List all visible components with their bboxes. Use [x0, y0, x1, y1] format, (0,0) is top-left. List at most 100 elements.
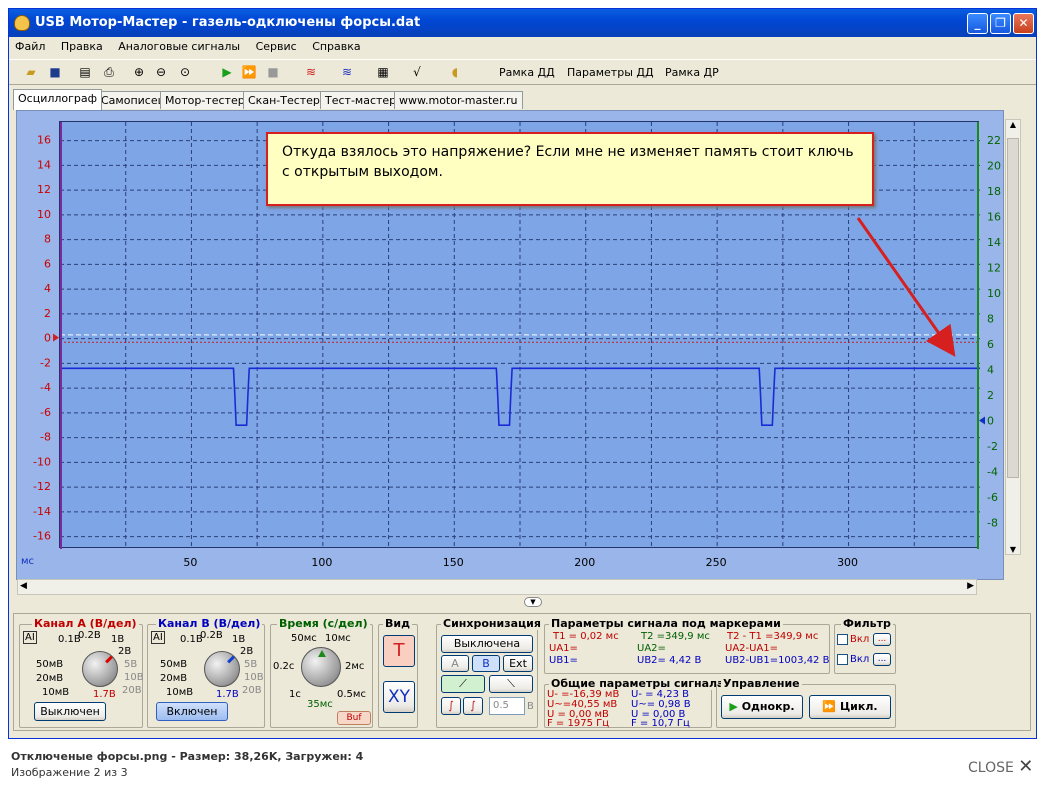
trigger-a-icon[interactable]: ∫ [441, 697, 461, 715]
scale-label: 10В [124, 672, 144, 683]
single-run-button[interactable]: ▶ Однокр. [721, 695, 803, 719]
close-window-button[interactable]: ✕ [1013, 13, 1034, 34]
rama-dd-button[interactable]: Рамка ДД [499, 66, 555, 79]
signal-a-icon[interactable]: ≋ [303, 64, 319, 80]
fast-forward-icon[interactable]: ⏩ [241, 64, 257, 80]
channel-b-knob[interactable] [204, 651, 240, 687]
sync-b-button[interactable]: B [472, 655, 500, 672]
right-axis-tick-label: 8 [987, 313, 994, 326]
app-window: USB Мотор-Мастер - газель-одключены форс… [8, 8, 1037, 739]
maximize-button[interactable]: ❐ [990, 13, 1011, 34]
ac-dc-b-icon[interactable]: AI [151, 631, 165, 644]
filter-b-checkbox[interactable] [837, 654, 848, 665]
right-axis-tick-label: 2 [987, 389, 994, 402]
vertical-scroll-thumb[interactable] [1007, 138, 1019, 478]
sync-level-input[interactable]: 0.5 [489, 697, 525, 715]
scale-label: 5В [124, 659, 138, 670]
collapse-panel-icon[interactable]: ▼ [524, 597, 542, 607]
zoom-in-icon[interactable]: ⊕ [131, 64, 147, 80]
trigger-b-icon[interactable]: ∫ [463, 697, 483, 715]
horizontal-scrollbar[interactable]: ◀ ▶ [17, 579, 977, 595]
menu-analog[interactable]: Аналоговые сигналы [112, 37, 246, 56]
print-icon[interactable]: ⎙ [101, 64, 117, 80]
general-params-group: Общие параметры сигнала U- =-16,39 мВ U~… [544, 677, 727, 729]
print-preview-icon[interactable]: ▤ [77, 64, 93, 80]
channel-a-knob[interactable] [82, 651, 118, 687]
scale-label: 2В [240, 646, 254, 657]
save-icon[interactable]: ■ [47, 64, 63, 80]
formula-icon[interactable]: √ [409, 64, 425, 80]
cycle-run-label: Цикл. [839, 700, 878, 713]
param-a-f: F = 1975 Гц [547, 718, 610, 729]
left-axis-tick-label: -6 [40, 406, 51, 419]
right-axis-tick-label: 4 [987, 364, 994, 377]
right-axis-tick-label: 20 [987, 160, 1001, 173]
xy-mode-button[interactable]: XY [383, 681, 415, 713]
zoom-fit-icon[interactable]: ⊙ [177, 64, 193, 80]
scale-label: 20В [122, 685, 142, 696]
time-title: Время (с/дел) [277, 617, 370, 630]
signal-b-icon[interactable]: ≋ [339, 64, 355, 80]
falling-edge-icon[interactable]: ⟍ [489, 675, 533, 693]
sound-icon[interactable]: ◖ [447, 64, 463, 80]
filter-b-label: Вкл [850, 654, 870, 665]
time-value: 35мс [307, 699, 333, 710]
scroll-right-icon[interactable]: ▶ [967, 581, 974, 591]
channel-a-toggle[interactable]: Выключен [34, 702, 106, 721]
annotation-callout: Откуда взялось это напряжение? Если мне … [266, 132, 874, 206]
play-icon[interactable]: ▶ [219, 64, 235, 80]
sync-ext-button[interactable]: Ext [503, 655, 533, 672]
stop-icon[interactable]: ■ [265, 64, 281, 80]
scroll-left-icon[interactable]: ◀ [20, 581, 27, 591]
sync-mode-button[interactable]: Выключена [441, 635, 533, 653]
zoom-out-icon[interactable]: ⊖ [153, 64, 169, 80]
ac-dc-a-icon[interactable]: AI [23, 631, 37, 644]
marker-dt: T2 - T1 =349,9 мс [727, 631, 819, 642]
scroll-down-icon[interactable]: ▼ [1006, 545, 1020, 554]
tab-test-master[interactable]: Тест-мастер [320, 91, 402, 109]
x-axis-tick-label: 200 [574, 556, 595, 569]
rama-dr-button[interactable]: Рамка ДР [665, 66, 719, 79]
marker-params-title: Параметры сигнала под маркерами [549, 617, 783, 630]
left-axis-tick-label: -12 [33, 480, 51, 493]
tab-website[interactable]: www.motor-master.ru [394, 91, 523, 109]
scale-label: 20мВ [160, 673, 188, 684]
menu-help[interactable]: Справка [306, 37, 366, 56]
marker-ub2: UB2= 4,42 В [637, 655, 702, 666]
vertical-scrollbar[interactable]: ▲ ▼ [1005, 119, 1021, 555]
t-mode-button[interactable]: T [383, 635, 415, 667]
open-icon[interactable]: ▰ [23, 64, 39, 80]
tab-scan-tester[interactable]: Скан-Тестер [243, 91, 325, 109]
right-axis-tick-label: -4 [987, 466, 998, 479]
buf-button[interactable]: Buf [337, 711, 371, 725]
scale-label: 10В [244, 672, 264, 683]
menu-service[interactable]: Сервис [250, 37, 303, 56]
left-axis-tick-label: -16 [33, 530, 51, 543]
left-axis-tick-label: 12 [37, 183, 51, 196]
lightbox-close-button[interactable]: CLOSE ✕ [968, 756, 1033, 777]
filter-a-settings[interactable]: ... [873, 633, 891, 646]
filter-a-checkbox[interactable] [837, 634, 848, 645]
left-axis-tick-label: -2 [40, 356, 51, 369]
cycle-run-button[interactable]: ⏩ Цикл. [809, 695, 891, 719]
right-axis-tick-label: 6 [987, 338, 994, 351]
calculator-icon[interactable]: ▦ [375, 64, 391, 80]
sync-group: Синхронизация Выключена A B Ext ⟋ ⟍ ∫ ∫ … [436, 617, 543, 728]
params-dd-button[interactable]: Параметры ДД [567, 66, 654, 79]
scroll-up-icon[interactable]: ▲ [1006, 120, 1020, 129]
tab-oscilloscope[interactable]: Осциллограф [13, 89, 103, 110]
rising-edge-icon[interactable]: ⟋ [441, 675, 485, 693]
sync-a-button[interactable]: A [441, 655, 469, 672]
menu-file[interactable]: Файл [9, 37, 51, 56]
tab-motor-tester[interactable]: Мотор-тестер [160, 91, 250, 109]
tab-recorder[interactable]: Самописец [96, 91, 171, 109]
scale-label: 50мВ [36, 659, 64, 670]
scale-label: 1В [232, 634, 246, 645]
left-axis-tick-label: 4 [44, 282, 51, 295]
menu-edit[interactable]: Правка [55, 37, 109, 56]
scale-label: 2В [118, 646, 132, 657]
time-knob[interactable] [301, 647, 341, 687]
channel-b-toggle[interactable]: Включен [156, 702, 228, 721]
filter-b-settings[interactable]: ... [873, 653, 891, 666]
minimize-button[interactable]: _ [967, 13, 988, 34]
